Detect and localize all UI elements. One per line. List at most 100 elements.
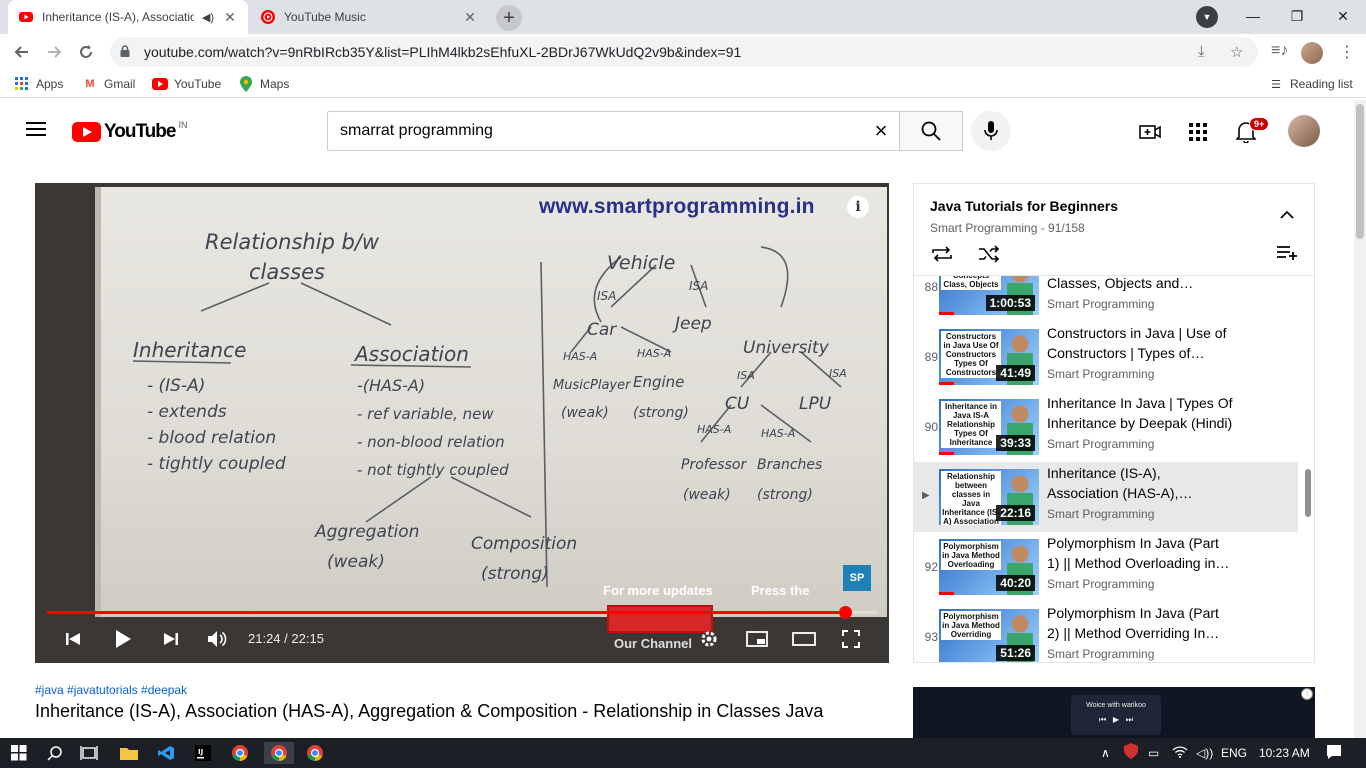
windows-start-icon[interactable]	[8, 742, 30, 764]
ad-banner[interactable]: Woice with warikoo ⏮ ▶ ⏭ i	[913, 687, 1315, 738]
system-clock[interactable]: 10:23 AM	[1259, 746, 1310, 760]
playlist-item[interactable]: 89 Constructors in Java Use Of Construct…	[914, 322, 1298, 392]
page-scrollbar-thumb[interactable]	[1356, 104, 1364, 239]
playlist-item-title[interactable]: Polymorphism In Java (Part 1) || Method …	[1047, 533, 1287, 573]
playlist-item-thumbnail[interactable]: Polymorphism in Java Method Overloading …	[939, 539, 1039, 595]
tab-search-icon[interactable]: ▼	[1196, 6, 1218, 28]
search-button[interactable]	[899, 111, 963, 151]
playlist-item-title[interactable]: Polymorphism In Java (Part 2) || Method …	[1047, 603, 1287, 643]
voice-search-button[interactable]	[971, 111, 1011, 151]
playlist-item-title[interactable]: Inheritance In Java | Types Of Inheritan…	[1047, 393, 1287, 433]
battery-icon[interactable]: ▭	[1148, 746, 1159, 760]
chrome-menu-icon[interactable]: ⋮	[1339, 42, 1355, 62]
previous-video-icon[interactable]	[59, 625, 87, 653]
playlist-item-thumbnail[interactable]: Constructors in Java Use Of Constructors…	[939, 329, 1039, 385]
playlist-item[interactable]: 92 Polymorphism in Java Method Overloadi…	[914, 532, 1298, 602]
bookmark-gmail[interactable]: M Gmail	[82, 76, 135, 92]
playlist-item[interactable]: 90 Inheritance in Java IS-A Relationship…	[914, 392, 1298, 462]
reading-list-button[interactable]: ☰ Reading list	[1268, 76, 1353, 92]
loop-playlist-icon[interactable]	[930, 244, 954, 269]
minimize-icon[interactable]: —	[1230, 0, 1276, 32]
playlist-item-thumbnail[interactable]: Inheritance in Java IS-A Relationship Ty…	[939, 399, 1039, 455]
wifi-icon[interactable]	[1172, 746, 1188, 761]
create-video-icon[interactable]	[1138, 120, 1162, 144]
audio-playing-icon[interactable]: ◀)	[202, 11, 214, 24]
forward-arrow-icon[interactable]	[40, 38, 68, 66]
playlist-item-channel[interactable]: Smart Programming	[1047, 297, 1154, 311]
bookmark-apps[interactable]: Apps	[14, 76, 63, 92]
playlist-item-thumbnail[interactable]: Relationship between classes in Java Inh…	[939, 469, 1039, 525]
file-explorer-icon[interactable]	[118, 742, 140, 764]
miniplayer-icon[interactable]	[743, 625, 771, 653]
speaker-icon[interactable]: ◁))	[1196, 746, 1213, 760]
search-query-text[interactable]: smarrat programming	[340, 122, 862, 140]
new-tab-button[interactable]: +	[496, 5, 522, 31]
playlist-scrollbar[interactable]	[1305, 469, 1311, 517]
lock-icon[interactable]	[120, 44, 140, 60]
search-icon	[921, 121, 941, 141]
chrome-taskbar-icon-active[interactable]	[264, 742, 294, 764]
theater-mode-icon[interactable]	[790, 625, 818, 653]
playlist-item-channel[interactable]: Smart Programming	[1047, 577, 1154, 591]
channel-watermark-logo[interactable]: SP	[843, 565, 871, 591]
input-language[interactable]: ENG	[1221, 746, 1247, 760]
search-input[interactable]: smarrat programming ×	[327, 111, 900, 151]
menu-hamburger-icon[interactable]	[26, 122, 46, 136]
tab-current-video[interactable]: Inheritance (IS-A), Associatio ◀) ✕	[8, 0, 248, 34]
close-tab-icon[interactable]: ✕	[462, 9, 478, 26]
playlist-item-channel[interactable]: Smart Programming	[1047, 647, 1154, 661]
playlist-item-channel[interactable]: Smart Programming	[1047, 367, 1154, 381]
video-info-icon[interactable]: i	[847, 196, 869, 218]
intellij-icon[interactable]: IJ	[192, 742, 214, 764]
tray-overflow-chevron-icon[interactable]: ∧	[1101, 746, 1110, 760]
install-app-icon[interactable]: ⤓	[1198, 43, 1205, 60]
bookmark-maps[interactable]: Maps	[238, 76, 289, 92]
antivirus-tray-icon[interactable]	[1124, 743, 1138, 762]
close-window-icon[interactable]: ✕	[1320, 0, 1366, 32]
task-view-icon[interactable]	[78, 742, 100, 764]
taskbar-search-icon[interactable]	[44, 742, 66, 764]
youtube-logo[interactable]: YouTube IN	[72, 120, 187, 143]
seek-bar[interactable]	[47, 606, 877, 619]
back-arrow-icon[interactable]	[8, 38, 36, 66]
playlist-title[interactable]: Java Tutorials for Beginners	[930, 198, 1118, 214]
video-player[interactable]: Relationship b/w classes Inheritance - (…	[35, 183, 889, 663]
address-bar[interactable]: youtube.com/watch?v=9nRbIRcb35Y&list=PLI…	[110, 37, 1258, 67]
account-avatar[interactable]	[1288, 115, 1320, 147]
restore-icon[interactable]: ❐	[1274, 0, 1320, 32]
shuffle-playlist-icon[interactable]	[978, 244, 1000, 269]
bookmark-youtube[interactable]: YouTube	[152, 76, 221, 92]
play-icon[interactable]	[109, 625, 137, 653]
close-tab-icon[interactable]: ✕	[222, 9, 238, 26]
playlist-item-thumbnail[interactable]: Polymorphism in Java Method Overriding 5…	[939, 609, 1039, 662]
apps-grid-icon[interactable]	[1186, 120, 1210, 144]
fullscreen-icon[interactable]	[837, 625, 865, 653]
vscode-icon[interactable]	[155, 742, 177, 764]
save-playlist-icon[interactable]	[1276, 244, 1298, 267]
ad-info-icon[interactable]: i	[1301, 688, 1313, 700]
playlist-item-channel[interactable]: Smart Programming	[1047, 507, 1154, 521]
profile-avatar[interactable]	[1301, 42, 1323, 64]
clear-search-icon[interactable]: ×	[862, 118, 900, 144]
collapse-playlist-icon[interactable]	[1280, 206, 1294, 224]
bookmark-star-icon[interactable]: ☆	[1230, 43, 1243, 61]
chrome-taskbar-icon-2[interactable]	[304, 742, 326, 764]
settings-gear-icon[interactable]	[695, 625, 723, 653]
reload-icon[interactable]	[72, 38, 100, 66]
playlist-item[interactable]: 93 Polymorphism in Java Method Overridin…	[914, 602, 1298, 662]
page-scrollbar[interactable]	[1354, 100, 1366, 738]
playlist-item-current[interactable]: ▶ Relationship between classes in Java I…	[914, 462, 1298, 532]
next-video-icon[interactable]	[157, 625, 185, 653]
playlist-item-title[interactable]: Inheritance (IS-A), Association (HAS-A),…	[1047, 463, 1287, 503]
seek-bar-scrubber[interactable]	[839, 606, 853, 619]
chrome-taskbar-icon[interactable]	[229, 742, 251, 764]
board-asc-4: - not tightly coupled	[357, 461, 509, 479]
playlist-item-title[interactable]: Constructors in Java | Use of Constructo…	[1047, 323, 1287, 363]
action-center-icon[interactable]	[1326, 744, 1342, 763]
playlist-item-channel[interactable]: Smart Programming	[1047, 437, 1154, 451]
video-hashtags[interactable]: #java #javatutorials #deepak	[35, 683, 187, 697]
volume-icon[interactable]	[203, 625, 231, 653]
ad-card[interactable]: Woice with warikoo ⏮ ▶ ⏭	[1071, 695, 1161, 735]
media-control-icon[interactable]: ≡♪	[1271, 42, 1288, 60]
tab-youtube-music[interactable]: YouTube Music ✕	[250, 0, 488, 34]
